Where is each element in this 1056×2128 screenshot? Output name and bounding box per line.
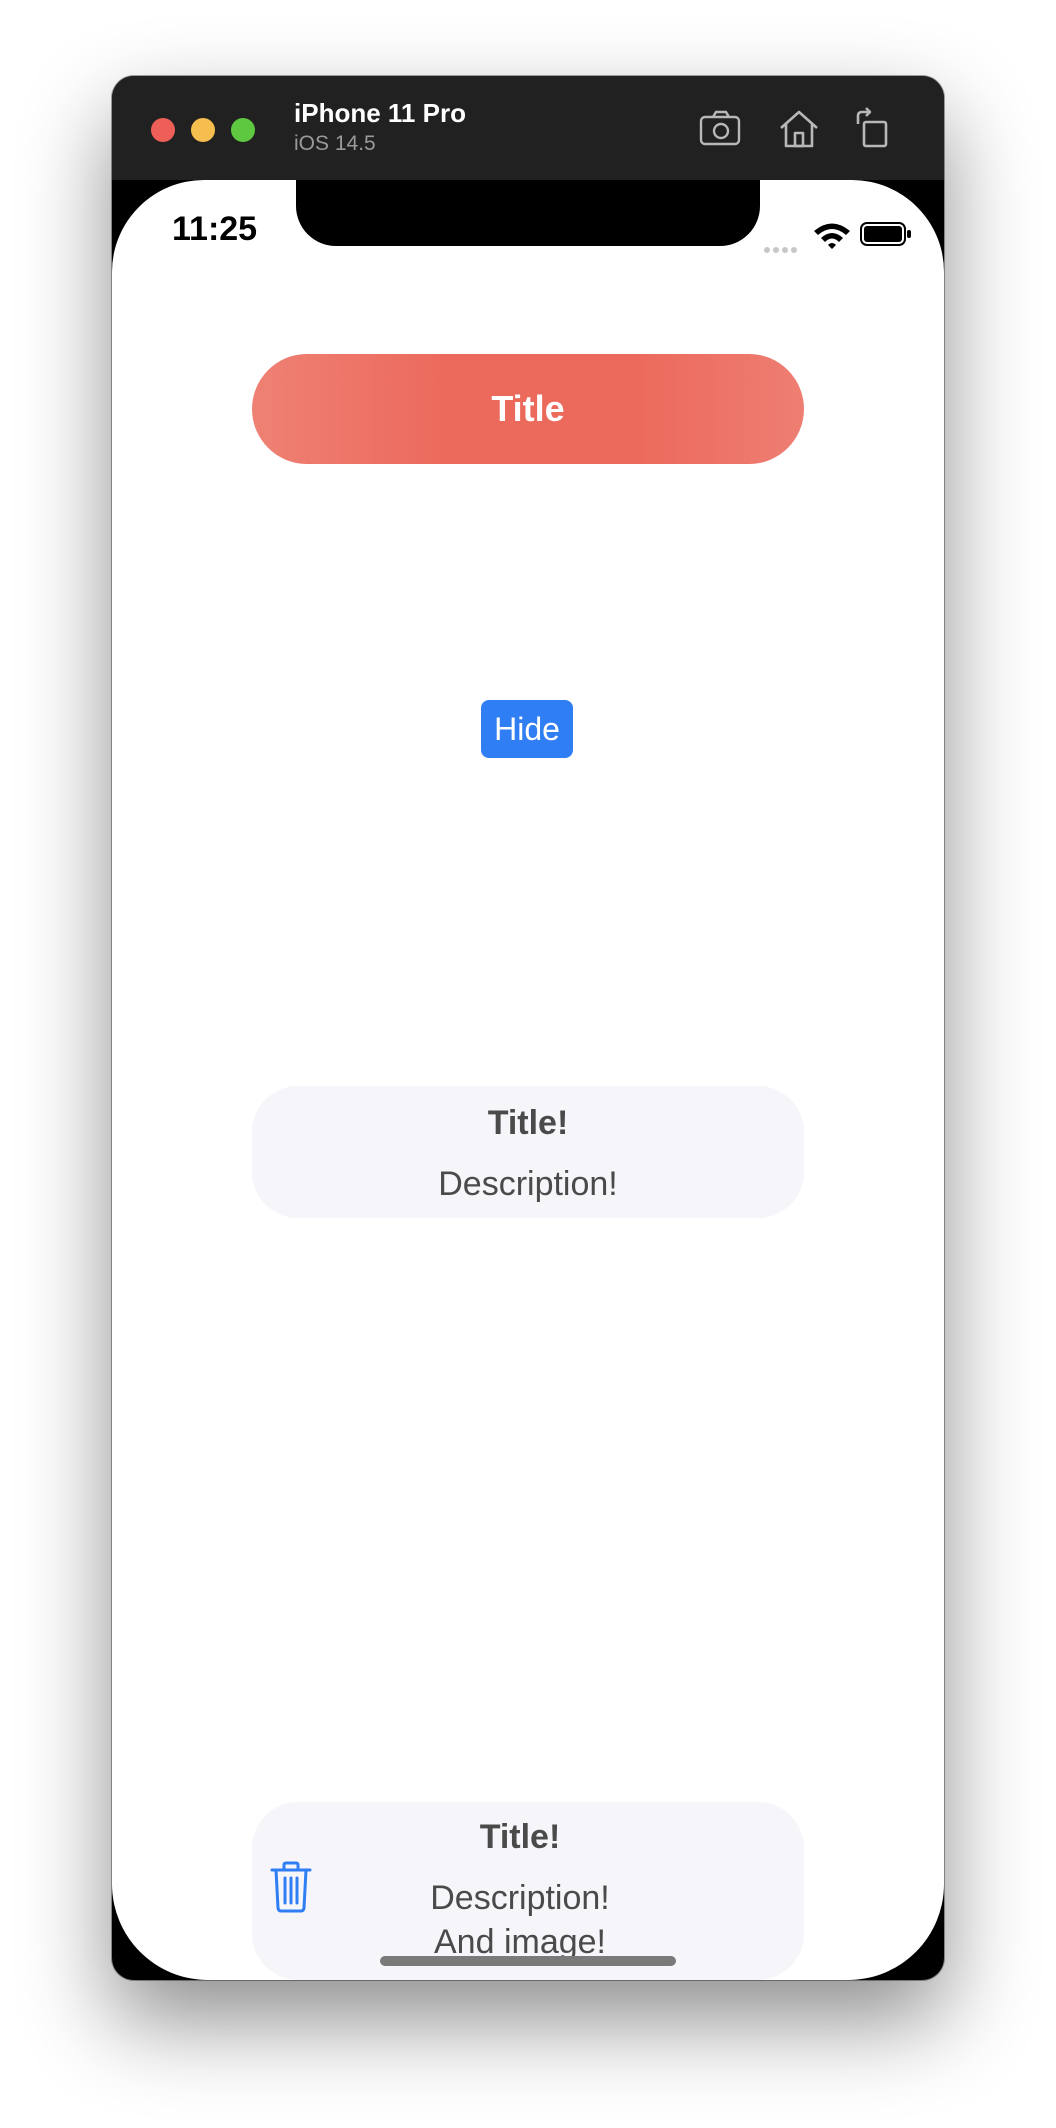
device-name: iPhone 11 Pro [294,98,466,128]
battery-icon [860,222,911,246]
screenshot-icon[interactable] [698,106,744,152]
minimize-window-button[interactable] [191,118,215,142]
hide-button[interactable]: Hide [481,700,573,758]
title-banner: Title [252,354,804,464]
info-card: Title! Description! [252,1086,804,1218]
home-indicator[interactable] [380,1956,676,1966]
simulator-titlebar: iPhone 11 Pro iOS 14.5 [112,76,944,180]
device-screen: 11:25 Title Hide Title! Description! Tit… [112,180,944,1980]
status-time: 11:25 [172,210,258,248]
cellular-signal-icon [764,240,800,258]
rotate-icon[interactable] [852,106,898,152]
info-card-with-image: Title! Description! And image! [252,1802,804,1980]
wifi-icon [814,223,850,249]
notch [296,180,760,246]
simulator-window: iPhone 11 Pro iOS 14.5 11:25 Title Hide … [112,76,944,1980]
card-title: Title! [487,1104,569,1142]
card-description-line: Description! [430,1879,610,1917]
card-description: Description! And image! [244,1876,796,1964]
os-version: iOS 14.5 [294,132,376,155]
card-title: Title! [479,1818,561,1856]
zoom-window-button[interactable] [231,118,255,142]
close-window-button[interactable] [151,118,175,142]
card-description: Description! [438,1165,618,1203]
home-icon[interactable] [776,106,822,152]
